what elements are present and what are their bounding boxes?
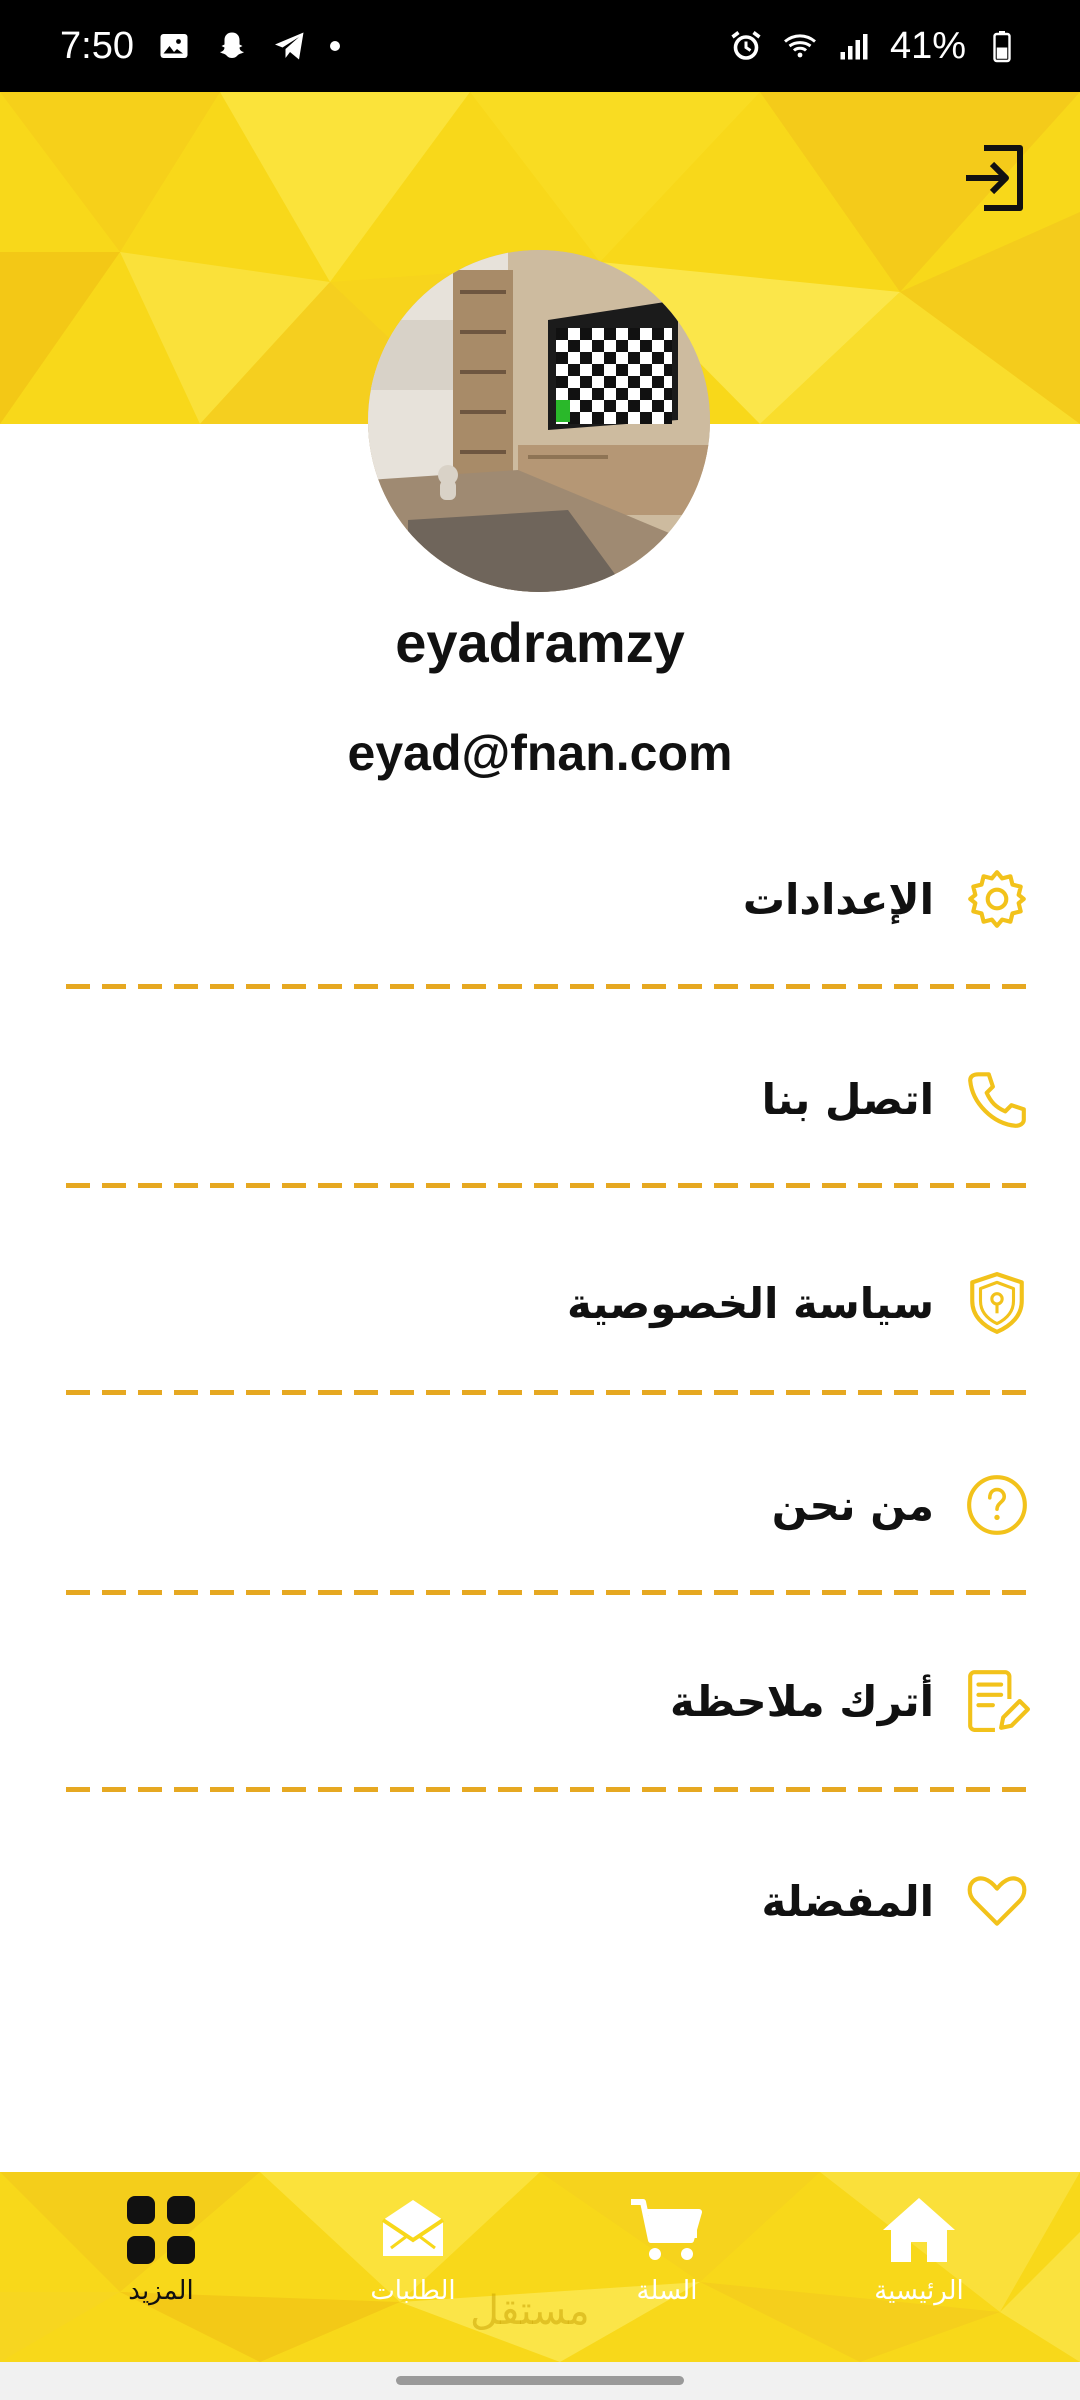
menu-item-leave-note[interactable]: أترك ملاحظة [62, 1636, 1030, 1766]
menu-item-label: سياسة الخصوصية [567, 1278, 934, 1328]
cart-icon [631, 2199, 702, 2260]
notification-dot [329, 41, 340, 51]
avatar[interactable] [368, 250, 710, 592]
nav-label: المزيد [128, 2276, 194, 2306]
home-gesture-bar[interactable] [396, 2376, 684, 2385]
menu-item-about-us[interactable]: من نحن [62, 1440, 1030, 1570]
status-left: 7:50 [60, 25, 340, 68]
menu-item-favorites[interactable]: المفضلة [62, 1836, 1030, 1966]
logout-icon [966, 145, 1023, 211]
nav-label: الرئيسية [874, 2276, 964, 2306]
nav-home[interactable]: الرئيسية [834, 2190, 1004, 2330]
logout-button[interactable] [962, 142, 1028, 214]
gesture-area [0, 2362, 1080, 2400]
home-icon [883, 2198, 955, 2262]
grid-icon [127, 2196, 195, 2264]
question-circle-icon [967, 1475, 1027, 1535]
menu-item-label: اتصل بنا [761, 1074, 934, 1124]
watermark: مستقل [470, 2288, 590, 2334]
profile-email: eyad@fnan.com [347, 725, 733, 781]
divider [66, 984, 1028, 989]
battery-percent: 41% [889, 24, 966, 67]
avatar-image [368, 250, 710, 592]
nav-cart[interactable]: السلة [582, 2190, 752, 2330]
heart-icon [967, 1876, 1027, 1926]
menu-item-label: من نحن [771, 1480, 934, 1530]
nav-label: السلة [636, 2276, 698, 2306]
divider [66, 1787, 1028, 1792]
mail-icon [381, 2200, 445, 2256]
nav-more[interactable]: المزيد [76, 2190, 246, 2330]
menu-item-settings[interactable]: الإعدادات [62, 834, 1030, 964]
bottom-navigation: المزيد الطلبات السلة الرئيسية مستقل [0, 2172, 1080, 2362]
alarm-icon [731, 31, 761, 60]
menu-item-privacy-policy[interactable]: سياسة الخصوصية [62, 1238, 1030, 1368]
note-edit-icon [968, 1670, 1030, 1732]
phone-icon [968, 1072, 1026, 1128]
nav-label: الطلبات [370, 2276, 456, 2306]
menu-item-label: أترك ملاحظة [670, 1676, 934, 1726]
divider [66, 1590, 1028, 1595]
status-time: 7:50 [60, 24, 134, 67]
menu-item-label: الإعدادات [742, 874, 934, 924]
gear-icon [968, 870, 1026, 928]
wifi-icon [783, 34, 816, 58]
menu-item-contact-us[interactable]: اتصل بنا [62, 1034, 1030, 1164]
status-bar: 7:50 41% [0, 0, 1080, 92]
snapchat-icon [219, 32, 244, 58]
signal-icon [840, 34, 868, 60]
telegram-icon [274, 32, 304, 60]
status-right: 41% [728, 25, 1020, 68]
divider [66, 1390, 1028, 1395]
shield-lock-icon [970, 1272, 1024, 1334]
battery-icon [993, 31, 1011, 63]
divider [66, 1183, 1028, 1188]
menu-item-label: المفضلة [761, 1876, 934, 1926]
gallery-icon [160, 34, 188, 58]
profile-username: eyadramzy [395, 611, 685, 674]
